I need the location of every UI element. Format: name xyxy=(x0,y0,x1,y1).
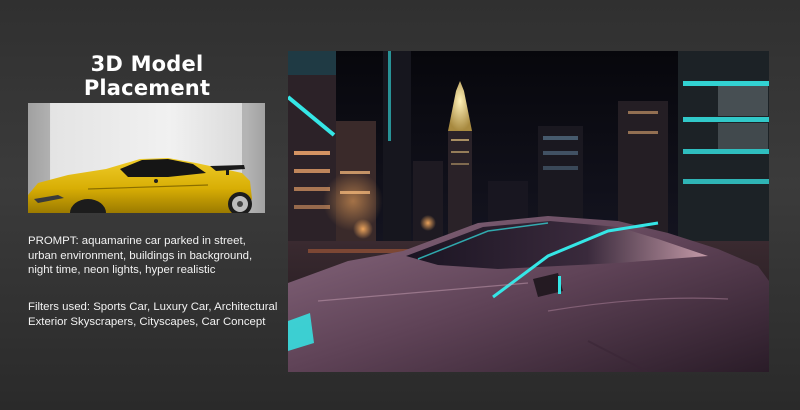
slide-title: 3D Model Placement xyxy=(83,52,211,100)
model-thumbnail-image xyxy=(28,103,265,213)
filters-text: Filters used: Sports Car, Luxury Car, Ar… xyxy=(28,301,278,328)
render-output-graphic xyxy=(288,51,769,372)
render-output-image xyxy=(288,51,769,372)
prompt-text: PROMPT: aquamarine car parked in street,… xyxy=(28,235,253,276)
model-thumbnail-graphic xyxy=(28,103,265,213)
